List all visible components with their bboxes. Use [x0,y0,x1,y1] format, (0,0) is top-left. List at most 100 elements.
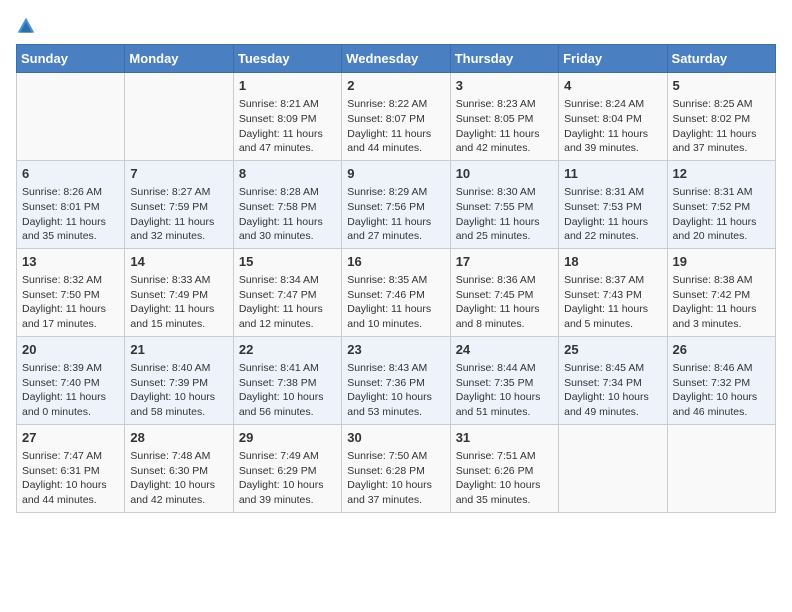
day-number: 10 [456,165,553,183]
day-info: Sunset: 7:43 PM [564,288,661,303]
day-info: Daylight: 11 hours and 35 minutes. [22,215,119,244]
day-info: Daylight: 10 hours and 44 minutes. [22,478,119,507]
weekday-header-cell: Sunday [17,45,125,73]
calendar-cell: 26Sunrise: 8:46 AMSunset: 7:32 PMDayligh… [667,336,775,424]
calendar-cell [125,73,233,161]
day-info: Daylight: 10 hours and 39 minutes. [239,478,336,507]
day-info: Sunrise: 8:23 AM [456,97,553,112]
day-info: Sunrise: 8:39 AM [22,361,119,376]
day-info: Daylight: 11 hours and 44 minutes. [347,127,444,156]
day-info: Daylight: 11 hours and 37 minutes. [673,127,770,156]
day-info: Daylight: 11 hours and 0 minutes. [22,390,119,419]
day-info: Sunrise: 8:46 AM [673,361,770,376]
calendar-cell: 8Sunrise: 8:28 AMSunset: 7:58 PMDaylight… [233,160,341,248]
day-info: Sunset: 7:52 PM [673,200,770,215]
day-info: Sunset: 8:04 PM [564,112,661,127]
day-number: 20 [22,341,119,359]
day-info: Sunrise: 8:34 AM [239,273,336,288]
day-info: Daylight: 11 hours and 30 minutes. [239,215,336,244]
day-info: Sunrise: 8:33 AM [130,273,227,288]
day-info: Sunset: 7:56 PM [347,200,444,215]
calendar-cell: 14Sunrise: 8:33 AMSunset: 7:49 PMDayligh… [125,248,233,336]
day-info: Daylight: 11 hours and 47 minutes. [239,127,336,156]
day-number: 19 [673,253,770,271]
day-info: Sunset: 7:59 PM [130,200,227,215]
calendar-cell: 17Sunrise: 8:36 AMSunset: 7:45 PMDayligh… [450,248,558,336]
calendar-cell: 1Sunrise: 8:21 AMSunset: 8:09 PMDaylight… [233,73,341,161]
day-info: Sunrise: 8:28 AM [239,185,336,200]
day-number: 23 [347,341,444,359]
calendar-cell: 29Sunrise: 7:49 AMSunset: 6:29 PMDayligh… [233,424,341,512]
day-info: Sunset: 7:58 PM [239,200,336,215]
day-info: Sunset: 6:31 PM [22,464,119,479]
day-info: Sunrise: 8:32 AM [22,273,119,288]
day-info: Sunset: 8:02 PM [673,112,770,127]
weekday-header-cell: Tuesday [233,45,341,73]
calendar-table: SundayMondayTuesdayWednesdayThursdayFrid… [16,44,776,513]
calendar-cell [17,73,125,161]
day-info: Sunset: 7:40 PM [22,376,119,391]
day-info: Sunrise: 8:29 AM [347,185,444,200]
day-info: Daylight: 11 hours and 39 minutes. [564,127,661,156]
calendar-cell: 9 Sunrise: 8:29 AMSunset: 7:56 PMDaylight… [342,160,450,248]
page-header [16,16,776,36]
day-info: Daylight: 10 hours and 35 minutes. [456,478,553,507]
day-info: Daylight: 11 hours and 3 minutes. [673,302,770,331]
day-info: Sunrise: 8:44 AM [456,361,553,376]
day-info: Sunrise: 7:49 AM [239,449,336,464]
day-info: Sunset: 8:07 PM [347,112,444,127]
day-info: Sunset: 7:45 PM [456,288,553,303]
calendar-cell: 25Sunrise: 8:45 AMSunset: 7:34 PMDayligh… [559,336,667,424]
day-info: Sunset: 8:09 PM [239,112,336,127]
weekday-header-cell: Wednesday [342,45,450,73]
logo [16,16,44,36]
day-info: Sunset: 7:50 PM [22,288,119,303]
day-info: Daylight: 10 hours and 37 minutes. [347,478,444,507]
day-number: 29 [239,429,336,447]
calendar-cell: 24Sunrise: 8:44 AMSunset: 7:35 PMDayligh… [450,336,558,424]
weekday-header-cell: Saturday [667,45,775,73]
calendar-cell: 5Sunrise: 8:25 AMSunset: 8:02 PMDaylight… [667,73,775,161]
day-number: 11 [564,165,661,183]
day-info: Sunset: 7:53 PM [564,200,661,215]
day-info: Sunrise: 8:41 AM [239,361,336,376]
day-info: Sunset: 6:30 PM [130,464,227,479]
day-info: Sunset: 7:47 PM [239,288,336,303]
calendar-cell: 3Sunrise: 8:23 AMSunset: 8:05 PMDaylight… [450,73,558,161]
day-info: Sunset: 6:28 PM [347,464,444,479]
day-info: Sunset: 6:26 PM [456,464,553,479]
calendar-cell: 10Sunrise: 8:30 AMSunset: 7:55 PMDayligh… [450,160,558,248]
day-number: 31 [456,429,553,447]
day-info: Sunrise: 8:36 AM [456,273,553,288]
day-info: Daylight: 11 hours and 25 minutes. [456,215,553,244]
calendar-cell [667,424,775,512]
calendar-cell: 22Sunrise: 8:41 AMSunset: 7:38 PMDayligh… [233,336,341,424]
day-number: 26 [673,341,770,359]
day-info: Sunset: 7:42 PM [673,288,770,303]
day-info: Daylight: 11 hours and 20 minutes. [673,215,770,244]
day-info: Daylight: 11 hours and 10 minutes. [347,302,444,331]
day-number: 1 [239,77,336,95]
day-info: Daylight: 11 hours and 22 minutes. [564,215,661,244]
calendar-week-row: 27Sunrise: 7:47 AMSunset: 6:31 PMDayligh… [17,424,776,512]
day-info: Sunset: 8:01 PM [22,200,119,215]
day-info: Sunset: 8:05 PM [456,112,553,127]
day-info: Sunrise: 8:25 AM [673,97,770,112]
day-info: Sunrise: 8:40 AM [130,361,227,376]
calendar-cell: 16Sunrise: 8:35 AMSunset: 7:46 PMDayligh… [342,248,450,336]
day-number: 25 [564,341,661,359]
calendar-week-row: 6Sunrise: 8:26 AMSunset: 8:01 PMDaylight… [17,160,776,248]
weekday-header-row: SundayMondayTuesdayWednesdayThursdayFrid… [17,45,776,73]
day-info: Sunrise: 8:35 AM [347,273,444,288]
day-info: Daylight: 11 hours and 32 minutes. [130,215,227,244]
day-info: Sunrise: 8:26 AM [22,185,119,200]
day-info: Sunset: 7:36 PM [347,376,444,391]
day-info: Sunrise: 8:45 AM [564,361,661,376]
day-number: 13 [22,253,119,271]
calendar-cell: 28Sunrise: 7:48 AMSunset: 6:30 PMDayligh… [125,424,233,512]
day-number: 9 [347,165,444,183]
day-info: Daylight: 11 hours and 27 minutes. [347,215,444,244]
day-info: Sunrise: 8:43 AM [347,361,444,376]
day-info: Sunset: 7:55 PM [456,200,553,215]
calendar-cell: 21Sunrise: 8:40 AMSunset: 7:39 PMDayligh… [125,336,233,424]
